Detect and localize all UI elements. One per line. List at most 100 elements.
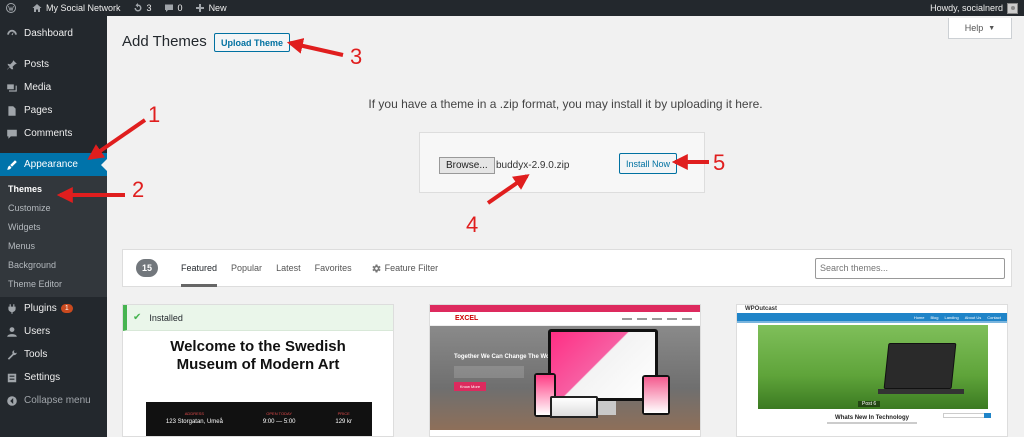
- menu-label: Appearance: [24, 159, 78, 170]
- tab-latest[interactable]: Latest: [276, 249, 301, 287]
- submenu-background[interactable]: Background: [0, 255, 107, 274]
- nav-item: About Us: [964, 314, 982, 320]
- info-col: PRICE 129 kr: [335, 411, 353, 436]
- wpoutcast-logo: WPOutcast: [745, 306, 778, 312]
- plus-icon: [195, 4, 204, 12]
- search-themes-input[interactable]: [815, 257, 1005, 279]
- comment-icon: [7, 129, 17, 139]
- submenu-widgets[interactable]: Widgets: [0, 217, 107, 236]
- theme-preview-heading: Welcome to the Swedish Museum of Modern …: [123, 338, 393, 374]
- page-title: Add Themes: [122, 33, 207, 50]
- brush-icon: [7, 159, 17, 170]
- info-col-value: 129 kr: [335, 419, 353, 425]
- tab-featured[interactable]: Featured: [181, 249, 218, 287]
- sidebar-search-button: [984, 413, 991, 418]
- comments-link[interactable]: 0: [158, 0, 189, 16]
- nav-placeholder-links: [622, 317, 692, 320]
- annotation-label-2: 2: [132, 177, 145, 202]
- image-caption: Post 6: [858, 401, 881, 407]
- browse-button[interactable]: Browse...: [439, 157, 495, 174]
- site-name-link[interactable]: My Social Network: [26, 0, 127, 16]
- preview-hero-image: Post 6: [758, 325, 988, 409]
- new-label: New: [208, 3, 227, 13]
- updates-link[interactable]: 3: [127, 0, 158, 16]
- pin-icon: [7, 59, 17, 70]
- install-now-button[interactable]: Install Now: [619, 153, 678, 174]
- menu-plugins[interactable]: Plugins 1: [0, 297, 107, 320]
- menu-label: Plugins: [24, 303, 57, 314]
- installed-label: Installed: [149, 312, 183, 323]
- menu-dashboard[interactable]: Dashboard: [0, 22, 107, 45]
- nav-item: Contact: [987, 314, 1001, 320]
- preview-info-band: ADDRESS 123 Storgatan, Umeå OPEN TODAY 9…: [146, 402, 372, 436]
- main-content: Add Themes Upload Theme Help ▼ If you ha…: [107, 16, 1024, 437]
- menu-collapse[interactable]: Collapse menu: [0, 389, 107, 412]
- excel-logo: EXCEL: [455, 315, 479, 322]
- menu-settings[interactable]: Settings: [0, 366, 107, 389]
- hero-button: Know More: [454, 382, 486, 391]
- help-tab-button[interactable]: Help ▼: [948, 18, 1012, 39]
- nav-underline: [737, 321, 1007, 323]
- submenu-customize[interactable]: Customize: [0, 198, 107, 217]
- annotation-label-3: 3: [350, 44, 363, 69]
- info-col-value: 9:00 — 5:00: [262, 419, 296, 425]
- tab-popular[interactable]: Popular: [231, 249, 262, 287]
- menu-pages[interactable]: Pages: [0, 99, 107, 122]
- installed-notice: ✔ Installed: [123, 305, 393, 331]
- feature-filter-button[interactable]: Feature Filter: [372, 249, 439, 287]
- help-label: Help: [964, 23, 984, 33]
- menu-label: Media: [24, 82, 52, 93]
- nav-item: Home: [913, 314, 925, 320]
- dashboard-icon: [7, 29, 17, 35]
- submenu-theme-editor[interactable]: Theme Editor: [0, 274, 107, 293]
- info-col-head: PRICE: [337, 411, 350, 416]
- theme-card-installed[interactable]: ✔ Installed Welcome to the Swedish Museu…: [122, 304, 394, 437]
- nav-item: Blog: [930, 314, 939, 320]
- menu-posts[interactable]: Posts: [0, 53, 107, 76]
- laptop-on-grass: [883, 343, 957, 389]
- new-content-link[interactable]: New: [189, 0, 233, 16]
- wordpress-logo-icon[interactable]: [0, 0, 26, 16]
- feature-filter-label: Feature Filter: [384, 263, 439, 273]
- menu-users[interactable]: Users: [0, 320, 107, 343]
- admin-sidebar: Dashboard Posts Media Pages Comments App…: [0, 16, 107, 437]
- page-icon: [8, 105, 16, 116]
- menu-tools[interactable]: Tools: [0, 343, 107, 366]
- my-account[interactable]: Howdy, socialnerd: [930, 2, 1024, 14]
- menu-comments[interactable]: Comments: [0, 122, 107, 145]
- info-col-value: 123 Storgatan, Umeå: [165, 419, 223, 425]
- updates-count: 3: [146, 3, 152, 13]
- collapse-icon: [7, 395, 17, 406]
- checkmark-icon: ✔: [133, 312, 142, 323]
- menu-label: Tools: [24, 349, 48, 360]
- theme-card-excel[interactable]: EXCEL Together We Can Change The World. …: [429, 304, 701, 437]
- submenu-menus[interactable]: Menus: [0, 236, 107, 255]
- nav-item: Landing: [944, 314, 959, 320]
- info-col: ADDRESS 123 Storgatan, Umeå: [165, 411, 223, 436]
- comments-count: 0: [177, 3, 183, 13]
- theme-card-wpoutcast[interactable]: WPOutcast Home Blog Landing About Us Con…: [736, 304, 1008, 437]
- appearance-submenu: Themes Customize Widgets Menus Backgroun…: [0, 176, 107, 297]
- preview-nav: EXCEL: [430, 312, 700, 326]
- upload-theme-button[interactable]: Upload Theme: [214, 33, 291, 52]
- hero-text: Together We Can Change The World.: [454, 354, 560, 360]
- menu-label: Settings: [24, 372, 61, 383]
- annotation-label-1: 1: [148, 102, 161, 127]
- caret-down-icon: ▼: [988, 24, 996, 32]
- admin-bar: My Social Network 3 0 New Howdy, socialn…: [0, 0, 1024, 16]
- info-col: OPEN TODAY 9:00 — 5:00: [262, 411, 296, 436]
- selected-file-name: buddyx-2.9.0.zip: [496, 160, 570, 171]
- plugins-update-badge: 1: [60, 304, 73, 313]
- site-name: My Social Network: [46, 3, 121, 13]
- menu-appearance[interactable]: Appearance: [0, 153, 107, 176]
- post-meta-line: [827, 422, 917, 424]
- preview-hero: Together We Can Change The World. Know M…: [430, 326, 700, 430]
- submenu-themes[interactable]: Themes: [0, 179, 107, 198]
- menu-media[interactable]: Media: [0, 76, 107, 99]
- preview-nav: Home Blog Landing About Us Contact: [737, 313, 1007, 321]
- laptop-base: [878, 389, 964, 394]
- info-col-head: ADDRESS: [184, 411, 205, 416]
- tab-favorites[interactable]: Favorites: [315, 249, 352, 287]
- annotation-label-4: 4: [466, 212, 479, 237]
- howdy-text: Howdy, socialnerd: [930, 3, 1003, 13]
